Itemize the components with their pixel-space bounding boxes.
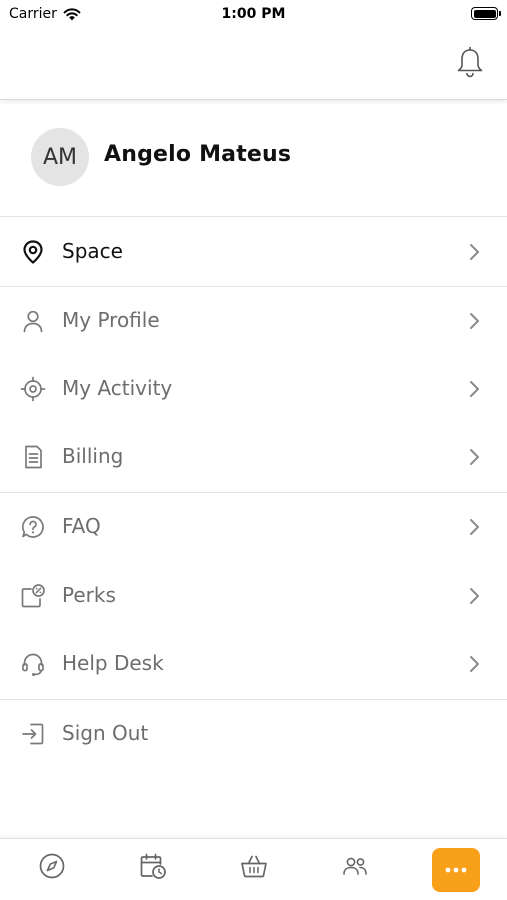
chevron-right-icon bbox=[470, 381, 479, 397]
menu-item-my-profile[interactable]: My Profile bbox=[0, 287, 507, 355]
menu-item-label: Help Desk bbox=[62, 651, 164, 675]
compass-icon[interactable] bbox=[37, 851, 67, 881]
document-icon bbox=[25, 445, 42, 469]
chevron-right-icon bbox=[470, 244, 479, 260]
question-bubble-icon bbox=[21, 516, 44, 538]
calendar-clock-icon[interactable] bbox=[138, 851, 168, 881]
menu-item-help-desk[interactable]: Help Desk bbox=[0, 630, 507, 698]
menu-item-faq[interactable]: FAQ bbox=[0, 493, 507, 561]
profile-header: AM Angelo Mateus bbox=[0, 100, 507, 217]
bottom-tab-bar bbox=[0, 838, 507, 900]
menu-item-label: My Profile bbox=[62, 308, 160, 332]
chevron-right-icon bbox=[470, 313, 479, 329]
menu-item-label: FAQ bbox=[62, 514, 101, 538]
menu-item-label: Space bbox=[62, 239, 123, 263]
sign-out-icon bbox=[22, 723, 44, 745]
status-time: 1:00 PM bbox=[221, 6, 286, 22]
menu-item-my-activity[interactable]: My Activity bbox=[0, 355, 507, 423]
chevron-right-icon bbox=[470, 519, 479, 535]
menu-item-perks[interactable]: Perks bbox=[0, 562, 507, 630]
target-icon bbox=[20, 376, 46, 402]
user-icon bbox=[23, 310, 43, 333]
menu-item-label: Sign Out bbox=[62, 721, 149, 745]
chevron-right-icon bbox=[470, 588, 479, 604]
menu-item-label: Billing bbox=[62, 444, 124, 468]
menu-item-space[interactable]: Space bbox=[0, 218, 507, 286]
avatar-initials: AM bbox=[42, 144, 78, 170]
avatar[interactable]: AM bbox=[31, 128, 89, 186]
menu-item-label: My Activity bbox=[62, 376, 173, 400]
battery-icon bbox=[471, 7, 501, 20]
user-name: Angelo Mateus bbox=[104, 142, 292, 167]
location-pin-icon bbox=[23, 240, 43, 264]
menu-item-billing[interactable]: Billing bbox=[0, 423, 507, 491]
top-bar bbox=[0, 30, 507, 100]
status-bar: Carrier 1:00 PM bbox=[0, 0, 507, 30]
headset-icon bbox=[22, 653, 44, 676]
more-tab-button[interactable] bbox=[432, 848, 480, 892]
chevron-right-icon bbox=[470, 449, 479, 465]
menu-item-label: Perks bbox=[62, 583, 116, 607]
discount-card-icon bbox=[21, 584, 45, 608]
basket-icon[interactable] bbox=[239, 851, 269, 881]
more-icon bbox=[445, 867, 467, 873]
bell-icon[interactable] bbox=[455, 46, 485, 80]
menu-item-sign-out[interactable]: Sign Out bbox=[0, 700, 507, 768]
chevron-right-icon bbox=[470, 656, 479, 672]
people-icon[interactable] bbox=[340, 851, 370, 881]
